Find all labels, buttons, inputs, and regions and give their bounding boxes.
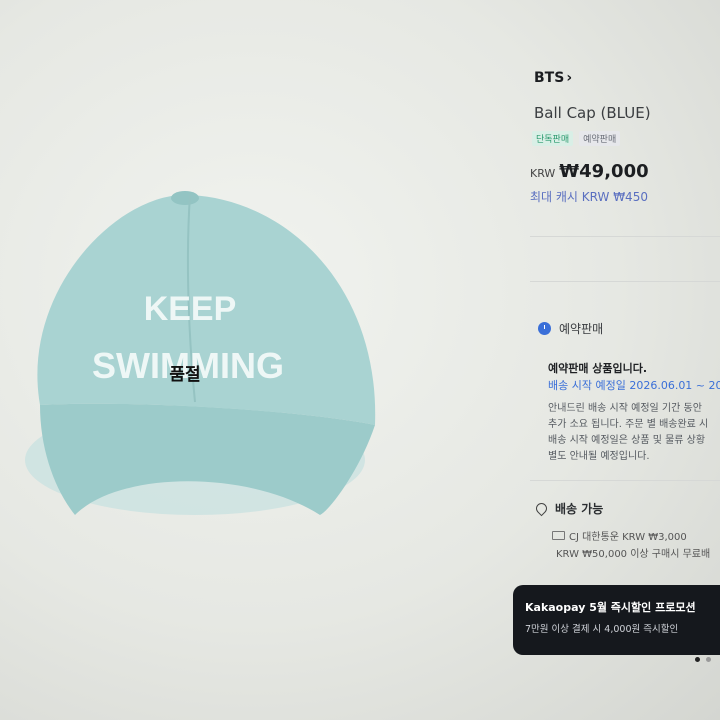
- brand-name: BTS: [534, 70, 565, 86]
- chevron-right-icon: ›: [566, 70, 573, 86]
- preorder-notice: 안내드린 배송 시작 예정일 기간 동안 추가 소요 됩니다. 주문 별 배송완…: [548, 401, 720, 465]
- brand-link[interactable]: BTS ›: [534, 70, 572, 86]
- preorder-label: 예약판매: [559, 322, 604, 336]
- price-currency: KRW: [530, 167, 556, 180]
- preorder-header: 예약판매: [538, 320, 603, 337]
- product-name: Ball Cap (BLUE): [534, 104, 651, 122]
- tag-preorder: 예약판매: [579, 131, 621, 146]
- price: KRW ₩49,000: [530, 161, 649, 182]
- tag-exclusive: 단독판매: [532, 131, 574, 146]
- preorder-title: 예약판매 상품입니다.: [548, 362, 648, 375]
- ball-cap-illustration: KEEP SWIMMING: [25, 191, 376, 515]
- carousel-dot-active[interactable]: [695, 657, 700, 662]
- delivery-label: 배송 가능: [555, 502, 604, 516]
- divider: [530, 480, 720, 481]
- divider: [530, 281, 720, 282]
- promo-banner[interactable]: Kakaopay 5월 즉시할인 프로모션 7만원 이상 결제 시 4,000원…: [513, 585, 720, 655]
- delivery-header: 배송 가능: [533, 500, 604, 517]
- truck-icon: [552, 531, 565, 540]
- product-tags: 단독판매 예약판매: [532, 131, 621, 146]
- promo-title: Kakaopay 5월 즉시할인 프로모션: [525, 601, 696, 614]
- divider: [530, 236, 720, 237]
- cap-text-keep: KEEP: [144, 290, 237, 328]
- price-amount: ₩49,000: [559, 161, 649, 182]
- carousel-dot[interactable]: [706, 657, 711, 662]
- location-pin-icon: [533, 500, 550, 517]
- promo-subtitle: 7만원 이상 결제 시 4,000원 즉시할인: [525, 624, 679, 635]
- notice-line: 추가 소요 됩니다. 주문 별 배송완료 시: [548, 419, 709, 430]
- carrier-text: CJ 대한통운 KRW ₩3,000: [569, 532, 687, 543]
- notice-line: 배송 시작 예정일은 상품 및 물류 상황: [548, 435, 706, 446]
- sold-out-label: 품절: [169, 365, 201, 385]
- max-cash: 최대 캐시 KRW ₩450: [530, 190, 648, 204]
- product-image[interactable]: KEEP SWIMMING: [0, 170, 400, 540]
- notice-line: 별도 안내될 예정입니다.: [548, 451, 650, 462]
- ship-start-date: 배송 시작 예정일 2026.06.01 ~ 20: [548, 379, 720, 392]
- free-shipping-info: KRW ₩50,000 이상 구매시 무료배: [556, 549, 711, 560]
- clock-icon: [538, 322, 551, 335]
- notice-line: 안내드린 배송 시작 예정일 기간 동안: [548, 403, 702, 414]
- carrier-info: CJ 대한통운 KRW ₩3,000: [552, 528, 687, 543]
